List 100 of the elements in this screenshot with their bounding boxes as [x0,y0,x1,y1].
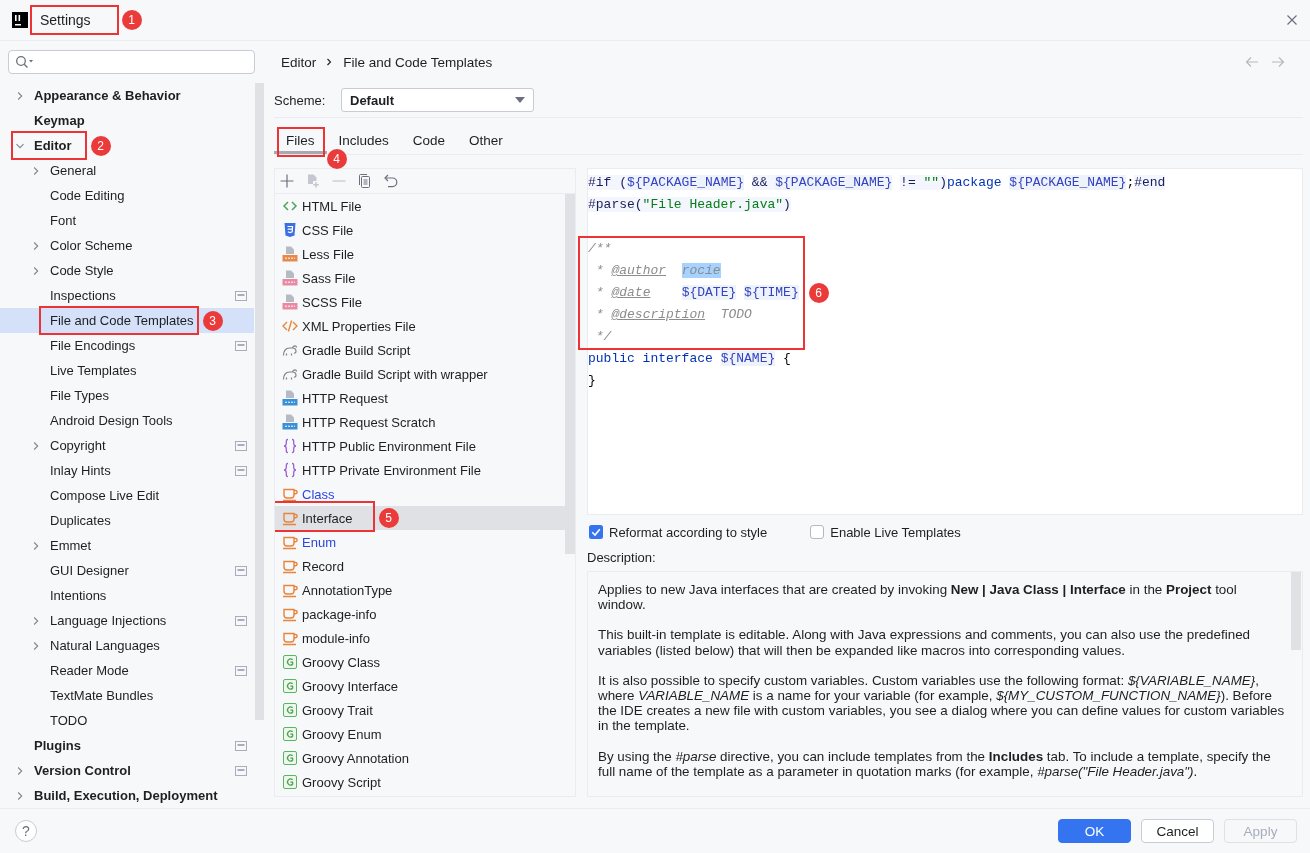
template-item[interactable]: Gradle Build Script with wrapper [275,362,565,386]
braces-icon [282,438,298,454]
chevron-right-icon[interactable] [32,241,40,250]
tab[interactable]: Other [457,128,515,154]
code-line: #if (${PACKAGE_NAME} && ${PACKAGE_NAME} != "")package ${PACKAGE_NAME};#end [588,174,1166,192]
template-item[interactable]: module-info [275,626,565,650]
sidebar-item[interactable]: Emmet [0,533,99,558]
sidebar-item[interactable]: Inlay Hints [0,458,254,483]
annotation-badge: 2 [90,135,111,156]
sidebar-item[interactable]: Code Style [0,258,121,283]
description-paragraph: This built-in template is editable. Along with Java expressions and comments, you can also use the predefined variables (listed below) that will then be expanded like macros into corresponding values. [598,627,1252,658]
checkbox[interactable] [589,525,603,539]
template-item[interactable]: Gradle Build Script [275,338,565,362]
template-item[interactable]: Groovy Enum [275,722,565,746]
template-item[interactable]: HTTP Request Scratch [275,410,565,434]
sidebar-item[interactable]: Build, Execution, Deployment [0,783,225,808]
braces-icon [282,462,298,478]
template-item[interactable]: HTML File [275,194,565,218]
template-item[interactable]: Class [275,482,565,506]
scrollbar-thumb[interactable] [255,83,264,720]
chevron-right-icon[interactable] [32,166,40,175]
sidebar-item[interactable]: Copyright [0,433,254,458]
template-item[interactable]: Sass File [275,266,565,290]
sidebar-item[interactable]: Editor [0,133,79,158]
template-item[interactable]: Less File [275,242,565,266]
sidebar-item[interactable]: General [0,158,104,183]
sidebar-item[interactable]: Font [0,208,83,233]
sidebar-item[interactable]: Reader Mode [0,658,254,683]
template-item[interactable]: AnnotationType [275,578,565,602]
chevron-right-icon[interactable] [16,91,24,100]
template-item[interactable]: Groovy Script [275,770,565,794]
sidebar-item[interactable]: Duplicates [0,508,118,533]
chevron-right-icon[interactable] [32,441,40,450]
sidebar-item[interactable]: GUI Designer [0,558,254,583]
template-item[interactable]: SCSS File [275,290,565,314]
help-button[interactable]: ? [15,820,37,842]
chevron-right-icon[interactable] [32,266,40,275]
square-g-icon [282,726,298,742]
sidebar-item[interactable]: Code Editing [0,183,132,208]
sidebar-item[interactable]: Keymap [0,108,92,133]
checkbox-label[interactable]: Reformat according to style [609,524,768,540]
sidebar-item[interactable]: Plugins [0,733,254,758]
document-icon [282,294,298,310]
chevron-right-icon[interactable] [32,641,40,650]
sidebar-item[interactable]: TODO [0,708,95,733]
template-item[interactable]: Groovy Class [275,650,565,674]
sidebar-item[interactable]: Language Injections [0,608,254,633]
sidebar-item[interactable]: Version Control [0,758,254,783]
sidebar-item[interactable]: Compose Live Edit [0,483,167,508]
scrollbar-thumb[interactable] [1291,572,1301,650]
code-line: * @description TODO [594,306,752,324]
sidebar-item[interactable]: Inspections [0,283,254,308]
plus-icon [280,174,294,188]
caret-down-icon [515,97,525,103]
document-icon [282,270,298,286]
template-item[interactable]: Enum [275,530,565,554]
code-line: /** [588,240,612,258]
search-field[interactable] [8,50,255,74]
template-item[interactable]: Groovy Trait [275,698,565,722]
sidebar-item[interactable]: TextMate Bundles [0,683,161,708]
tab[interactable]: Code [400,128,458,154]
sidebar-item[interactable]: File Types [0,383,116,408]
template-item[interactable]: HTTP Public Environment File [275,434,565,458]
sidebar-item[interactable]: Color Scheme [0,233,140,258]
sidebar-item[interactable]: File Encodings [0,333,254,358]
file-plus-icon [306,174,320,188]
tab[interactable]: Files [274,128,327,154]
template-item[interactable]: Record [275,554,565,578]
copy-icon [358,174,372,188]
template-item[interactable]: Groovy Annotation [275,746,565,770]
chevron-right-icon[interactable] [16,766,24,775]
template-item[interactable]: HTTP Request [275,386,565,410]
sidebar-item[interactable]: Android Design Tools [0,408,180,433]
elephant-icon [282,366,298,382]
checkbox[interactable] [810,525,825,539]
dialog-button[interactable]: Cancel [1141,819,1214,843]
sidebar-item[interactable]: Appearance & Behavior [0,83,188,108]
template-item[interactable]: HTTP Private Environment File [275,458,565,482]
sidebar-item[interactable]: Natural Languages [0,633,167,658]
description-paragraph: Applies to new Java interfaces that are created by invoking New | Java Class | Interface in the Project tool window. [598,582,1238,613]
scheme-dropdown[interactable]: Default [341,88,534,112]
breadcrumb-item[interactable]: File and Code Templates [343,54,493,70]
chevron-right-icon[interactable] [32,616,40,625]
template-item[interactable]: Groovy Interface [275,674,565,698]
checkbox-label[interactable]: Enable Live Templates [830,524,961,540]
chevron-right-icon[interactable] [16,791,24,800]
close-button[interactable] [1287,15,1297,25]
chevron-right-icon[interactable] [32,541,40,550]
dialog-button[interactable]: OK [1058,819,1131,843]
breadcrumb-item[interactable]: Editor [281,54,317,70]
template-item[interactable]: XML Properties File [275,314,565,338]
sidebar-item[interactable]: Intentions [0,583,114,608]
template-item[interactable]: package-info [275,602,565,626]
sidebar-item[interactable]: Live Templates [0,358,144,383]
scrollbar-thumb[interactable] [565,194,575,554]
annotation-frame [277,127,325,157]
square-g-icon [282,678,298,694]
annotation-badge: 4 [326,149,347,169]
template-item[interactable]: CSS File [275,218,565,242]
chevron-down-icon[interactable] [16,141,24,150]
